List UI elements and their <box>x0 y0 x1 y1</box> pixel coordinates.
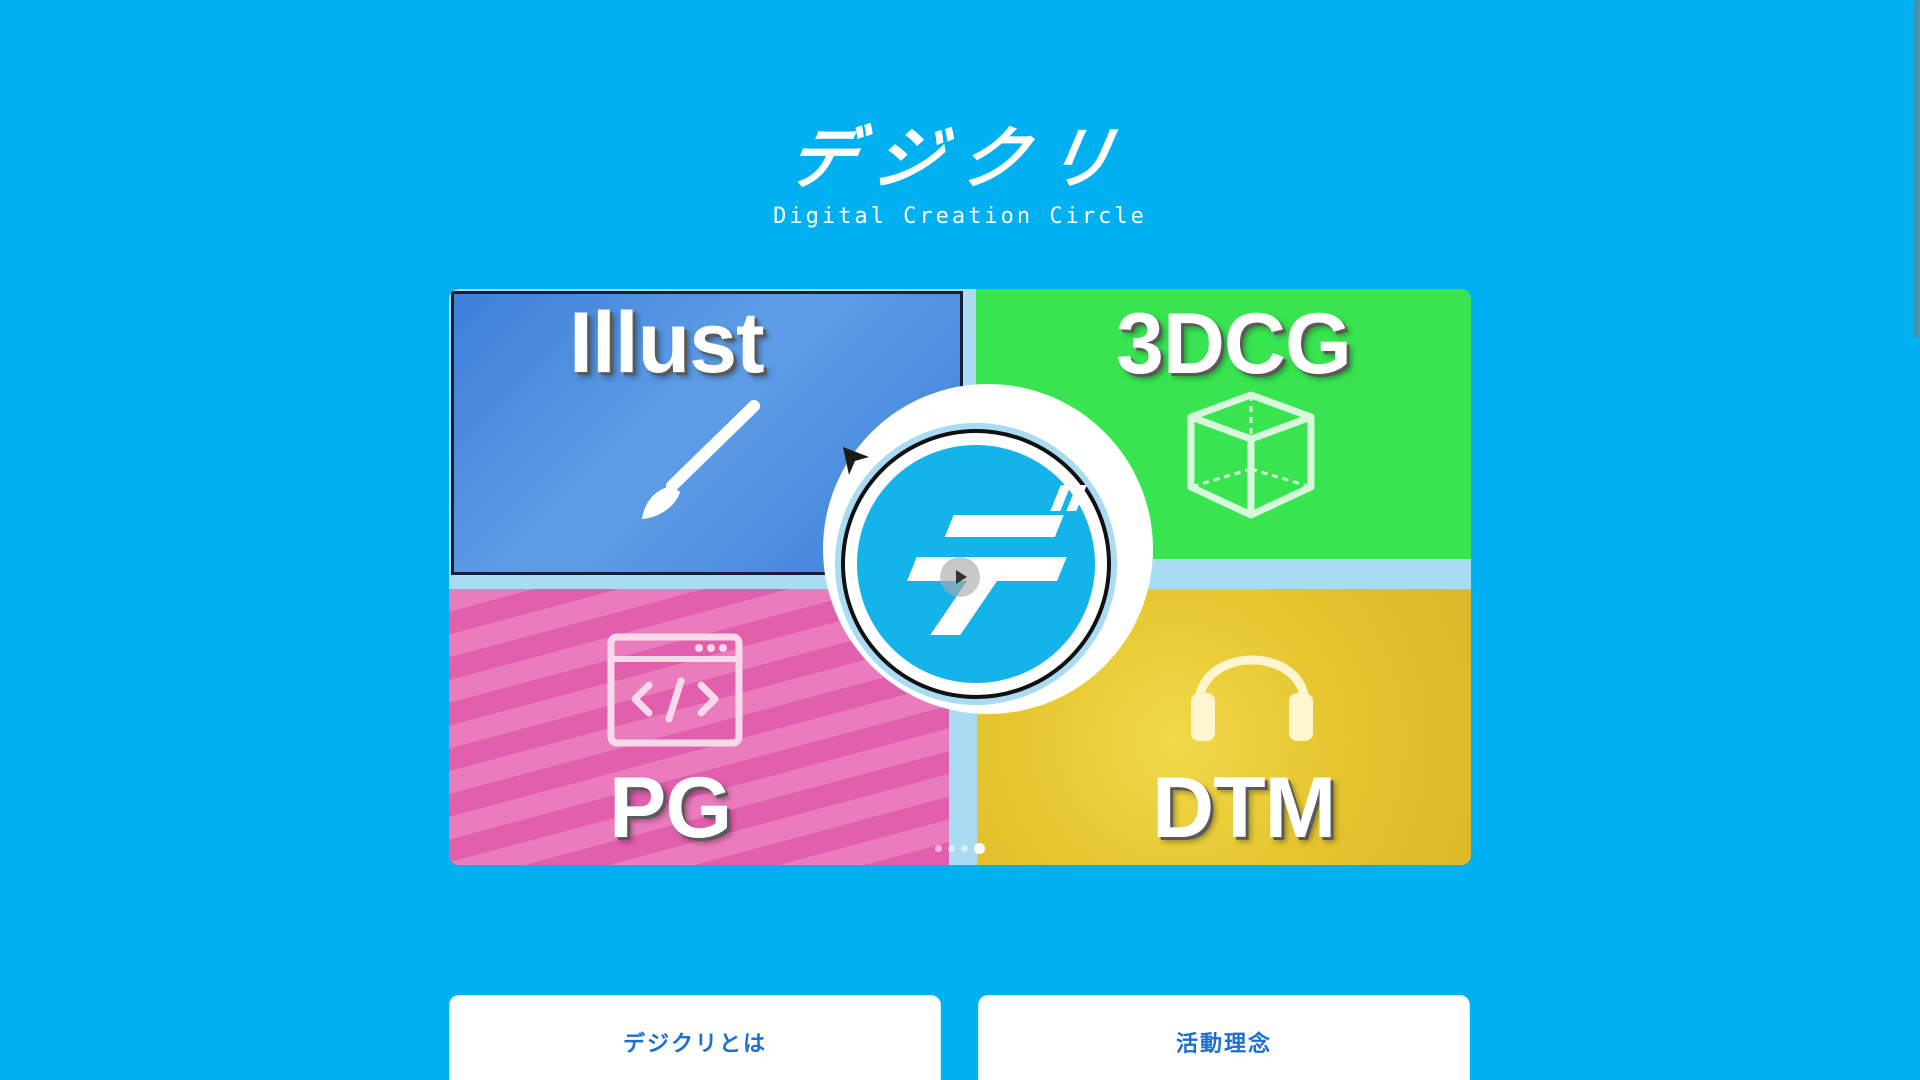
carousel-dot-active[interactable] <box>974 843 985 854</box>
carousel-dot[interactable] <box>948 845 955 852</box>
scrollbar-thumb[interactable] <box>1914 0 1919 338</box>
scrollbar[interactable] <box>1912 0 1920 1080</box>
cube-icon <box>1187 391 1315 519</box>
about-card[interactable]: デジクリとは <box>449 995 941 1080</box>
quadrant-label: DTM <box>1152 760 1336 856</box>
paintbrush-icon <box>642 400 760 519</box>
quadrant-label: PG <box>609 760 732 856</box>
hero-video[interactable]: Illust 3DCG PG DTM <box>449 289 1471 865</box>
carousel-dot[interactable] <box>935 845 942 852</box>
logo-japanese-text: デジクリ <box>781 120 1140 199</box>
carousel-dots <box>935 843 985 854</box>
philosophy-card[interactable]: 活動理念 <box>978 995 1470 1080</box>
carousel-dot[interactable] <box>961 845 968 852</box>
philosophy-card-label: 活動理念 <box>1175 1032 1272 1057</box>
page: デジクリ Digital Creation Circle Illust 3DCG <box>0 0 1920 1080</box>
code-window-icon <box>607 633 743 747</box>
quadrant-label: 3DCG <box>1116 296 1352 392</box>
about-card-label: デジクリとは <box>622 1032 767 1057</box>
cursor-arrow-icon <box>843 447 869 475</box>
play-icon <box>956 570 967 584</box>
play-button[interactable] <box>940 557 980 597</box>
logo-english-text: Digital Creation Circle <box>773 204 1147 229</box>
headphones-icon <box>1191 655 1313 741</box>
site-logo[interactable]: デジクリ Digital Creation Circle <box>760 120 1160 230</box>
quadrant-label: Illust <box>569 295 765 391</box>
